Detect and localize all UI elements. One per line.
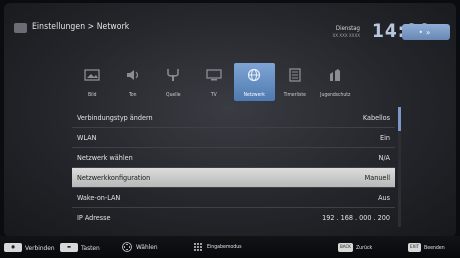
tab-label: Jugendschutz bbox=[320, 92, 351, 98]
tab-tv[interactable]: TV bbox=[194, 63, 235, 101]
setting-value: Aus bbox=[378, 193, 390, 202]
setting-label: Verbindungstyp ändern bbox=[77, 112, 153, 122]
tv-menu-screen: Einstellungen > Network Dienstag XX XXX … bbox=[4, 3, 456, 237]
legend-waehlen: Wählen bbox=[122, 242, 158, 252]
tab-quelle[interactable]: Quelle bbox=[153, 63, 194, 101]
tab-label: Bild bbox=[88, 92, 97, 98]
tab-label: Ton bbox=[129, 92, 137, 98]
setting-row-netzwerkkonfiguration[interactable]: Netzwerkkonfiguration Manuell bbox=[72, 167, 395, 187]
legend-tasten: ▬ Tasten bbox=[60, 243, 100, 252]
legend-eingabemodus: Eingabemodus bbox=[193, 242, 242, 252]
timer-list-icon bbox=[286, 68, 304, 82]
dpad-navigate-icon bbox=[122, 242, 132, 252]
tab-ton[interactable]: Ton bbox=[113, 63, 154, 101]
setting-value: Manuell bbox=[364, 173, 390, 182]
picture-icon bbox=[83, 68, 101, 82]
setting-row-ip-adresse[interactable]: IP Adresse 192 . 168 . 000 . 200 bbox=[72, 207, 395, 227]
source-icon bbox=[164, 68, 182, 82]
setting-row-netzwerk-waehlen[interactable]: Netzwerk wählen N/A bbox=[72, 147, 395, 167]
setting-row-wake-on-lan[interactable]: Wake-on-LAN Aus bbox=[72, 187, 395, 207]
tab-label: Quelle bbox=[166, 92, 181, 98]
setting-label: Netzwerkkonfiguration bbox=[77, 173, 151, 182]
header-nav-arrow-icon: » bbox=[425, 27, 434, 37]
legend-label: Tasten bbox=[81, 243, 100, 252]
legend-label: Beenden bbox=[424, 244, 445, 251]
tab-jugendschutz[interactable]: Jugendschutz bbox=[315, 63, 356, 101]
button-legend-bar: ● Verbinden ▬ Tasten Wählen Eingabemodus… bbox=[0, 236, 460, 258]
tab-bild[interactable]: Bild bbox=[72, 63, 113, 101]
setting-value: 192 . 168 . 000 . 200 bbox=[322, 213, 390, 222]
numeric-keypad-icon bbox=[194, 243, 202, 251]
tab-timerliste[interactable]: Timerliste bbox=[275, 63, 316, 101]
parental-control-icon bbox=[326, 68, 344, 82]
settings-menu-icon bbox=[14, 23, 27, 33]
speaker-icon bbox=[124, 68, 142, 82]
tab-label: Netzwerk bbox=[243, 92, 265, 98]
legend-label: Verbinden bbox=[25, 243, 55, 252]
remote-key-icon: ● bbox=[4, 243, 22, 252]
setting-value: Kabellos bbox=[362, 112, 390, 122]
setting-label: WLAN bbox=[77, 133, 97, 142]
legend-label: Wählen bbox=[136, 243, 158, 251]
setting-label: Wake-on-LAN bbox=[77, 193, 121, 202]
setting-label: Netzwerk wählen bbox=[77, 153, 133, 162]
scrollbar[interactable] bbox=[398, 107, 401, 227]
exit-key: EXIT bbox=[408, 243, 421, 252]
legend-label: Eingabemodus bbox=[207, 244, 242, 250]
network-settings-list: Verbindungstyp ändern Kabellos WLAN Ein … bbox=[72, 107, 395, 227]
legend-zurueck: BACK Zurück bbox=[338, 243, 372, 252]
legend-beenden: EXIT Beenden bbox=[408, 243, 445, 252]
date-day: Dienstag bbox=[335, 25, 360, 32]
setting-row-wlan[interactable]: WLAN Ein bbox=[72, 127, 395, 147]
breadcrumb: Einstellungen > Network bbox=[32, 22, 130, 32]
setting-value: N/A bbox=[378, 153, 390, 162]
setting-label: IP Adresse bbox=[77, 213, 111, 222]
header-nav-dot-icon: • bbox=[418, 27, 426, 37]
setting-value: Ein bbox=[380, 133, 390, 142]
header-nav-button[interactable]: • » bbox=[402, 24, 450, 40]
network-globe-icon bbox=[245, 68, 263, 82]
scrollbar-thumb[interactable] bbox=[398, 107, 401, 131]
tab-netzwerk[interactable]: Netzwerk bbox=[234, 63, 275, 101]
category-tabs: Bild Ton Quelle TV Netzwerk Timerliste J… bbox=[72, 63, 400, 101]
tab-label: Timerliste bbox=[283, 92, 306, 98]
setting-row-verbindungstyp[interactable]: Verbindungstyp ändern Kabellos bbox=[72, 107, 395, 127]
back-key: BACK bbox=[338, 243, 353, 252]
legend-label: Zurück bbox=[355, 244, 373, 251]
tab-label: TV bbox=[210, 92, 217, 98]
date-sub: XX XXX XXXX bbox=[332, 34, 360, 39]
legend-verbinden: ● Verbinden bbox=[4, 243, 55, 252]
tv-icon bbox=[205, 68, 223, 82]
keyboard-key-icon: ▬ bbox=[60, 243, 78, 252]
